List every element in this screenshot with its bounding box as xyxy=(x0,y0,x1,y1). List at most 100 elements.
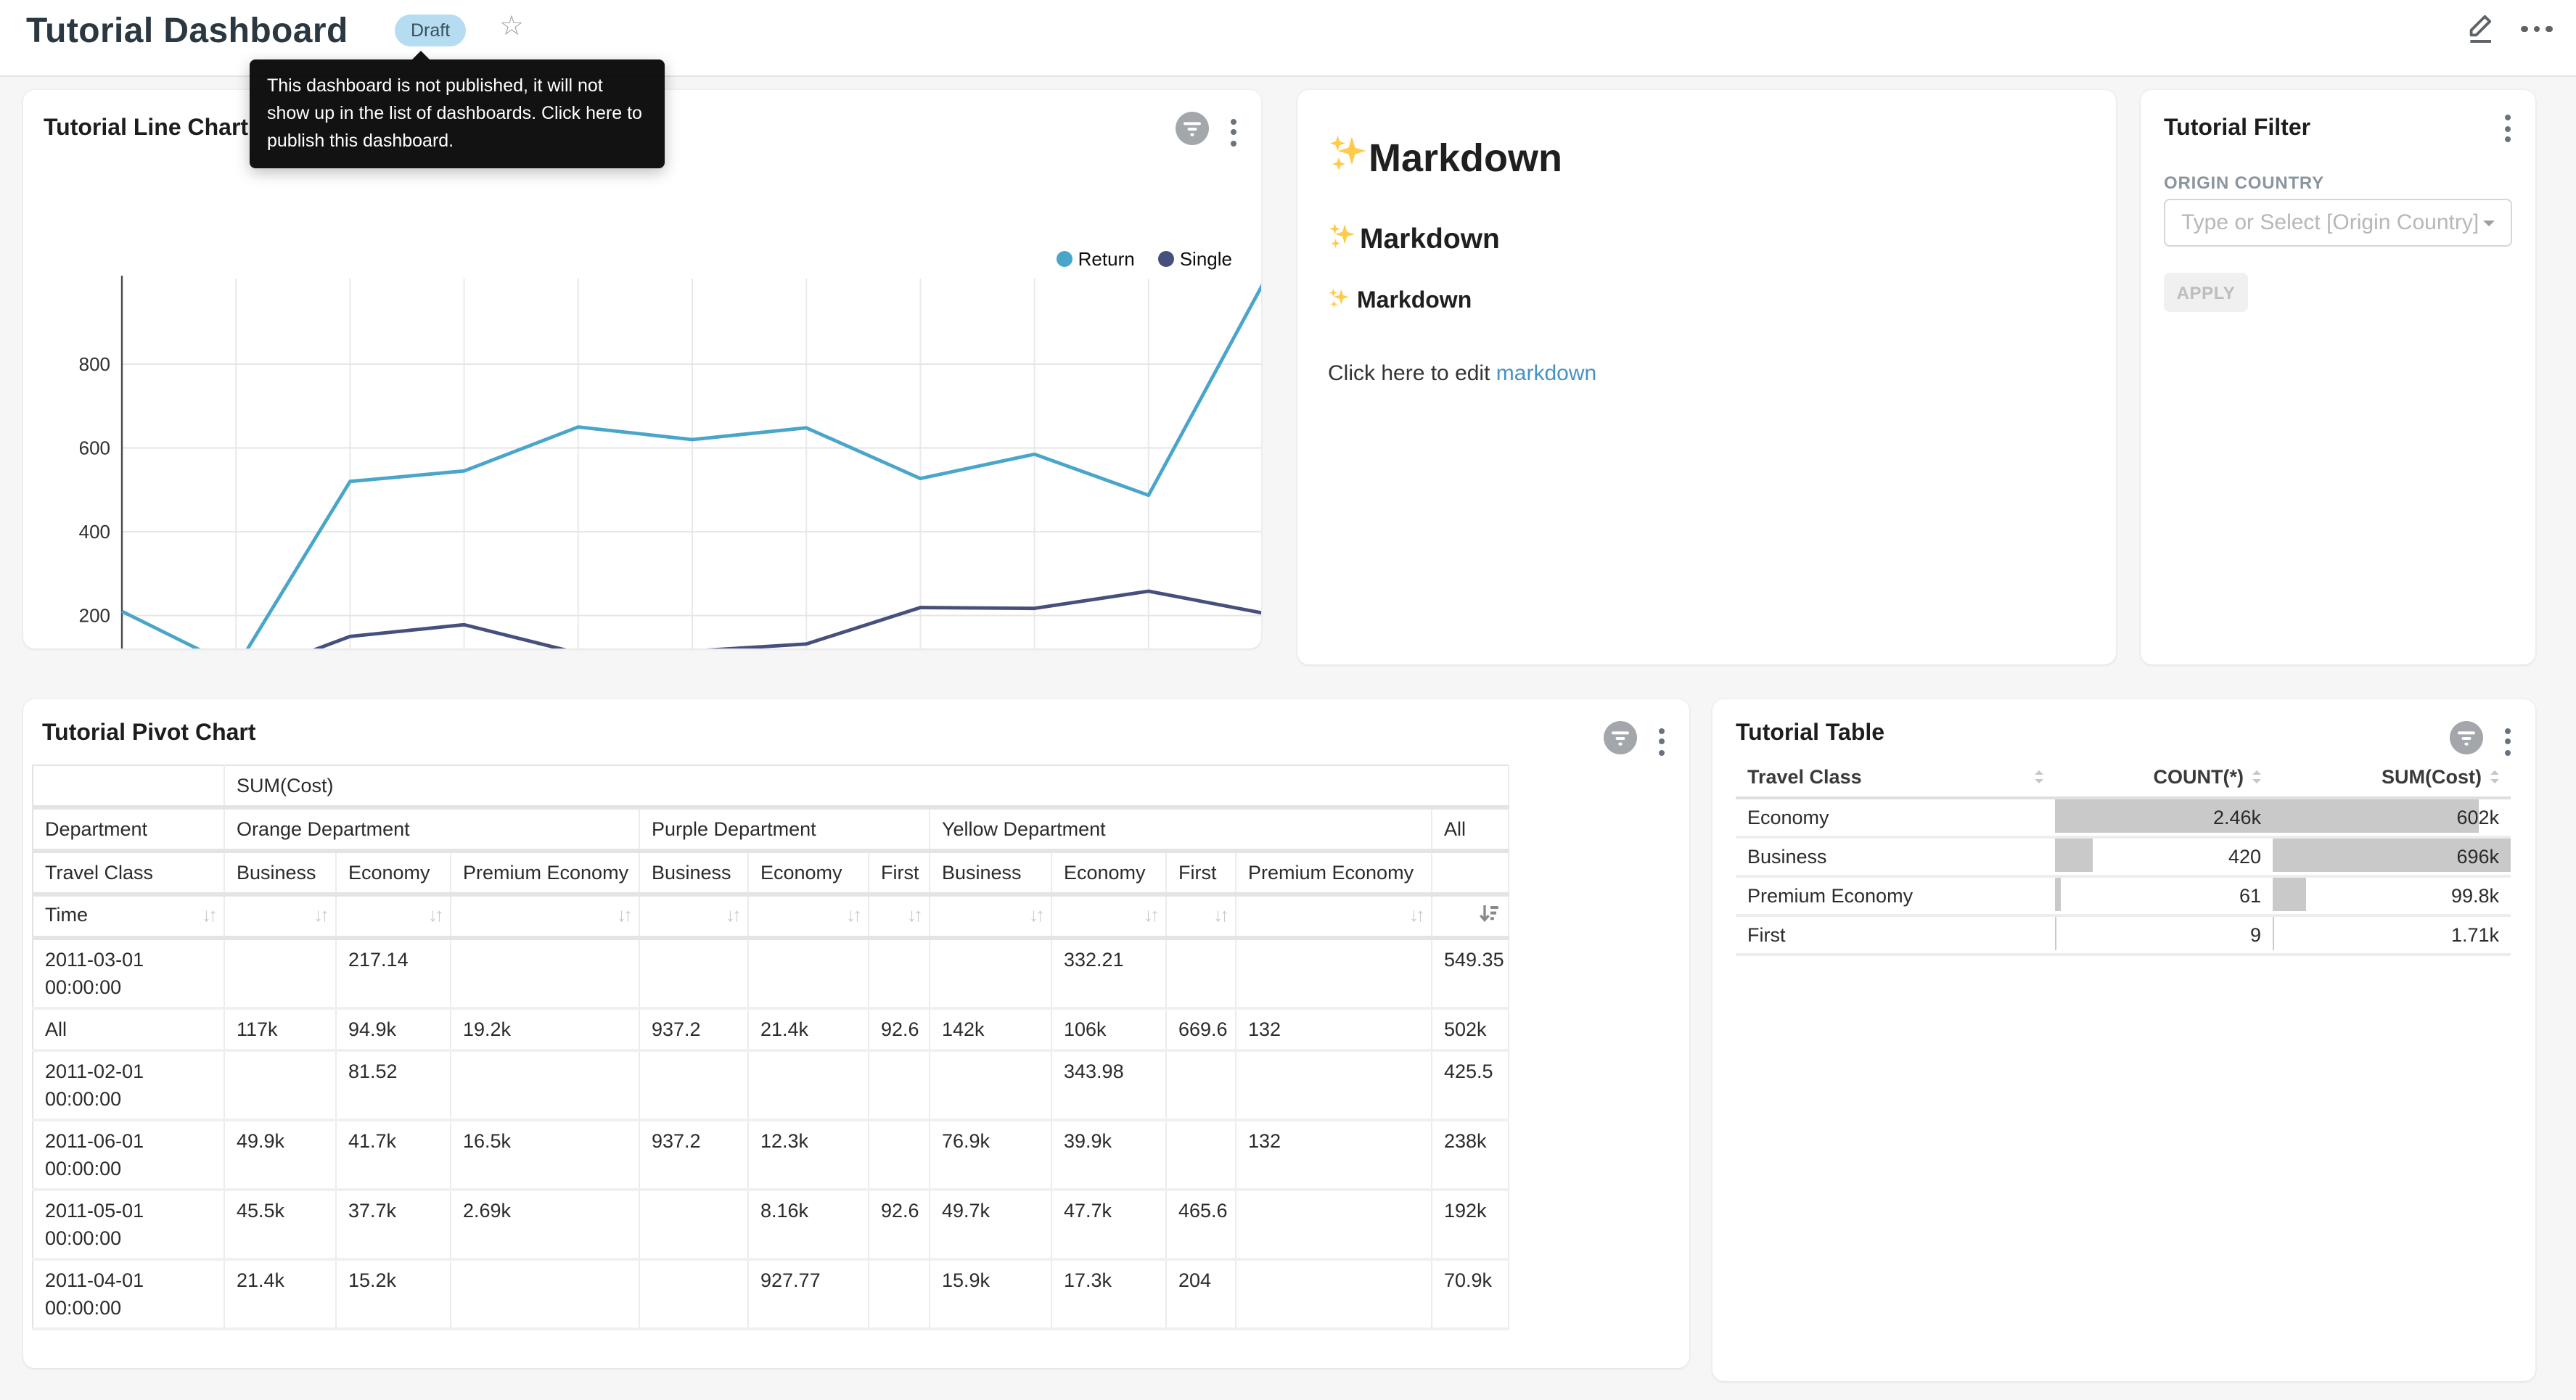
pivot-value-cell: 669.6 xyxy=(1166,1008,1236,1050)
sort-toggle-icon[interactable]: ↓↑ xyxy=(428,901,441,928)
pivot-chart-title: Tutorial Pivot Chart xyxy=(42,721,256,747)
apply-button[interactable]: APPLY xyxy=(2164,273,2248,312)
pencil-icon xyxy=(2466,12,2496,45)
pivot-value-cell xyxy=(1166,1050,1236,1120)
sort-toggle-icon[interactable]: ↓↑ xyxy=(726,901,739,928)
value-bar xyxy=(2273,799,2479,833)
pivot-value-cell: 49.7k xyxy=(930,1190,1051,1259)
pivot-value-cell: 332.21 xyxy=(1051,938,1166,1008)
origin-country-select[interactable]: Type or Select [Origin Country] xyxy=(2164,199,2512,247)
chevron-down-icon xyxy=(2483,221,2495,232)
markdown-heading-2: Markdown xyxy=(1328,222,2116,258)
pivot-value-cell xyxy=(869,1259,930,1329)
count-cell: 61 xyxy=(2055,876,2273,915)
sort-toggle-icon[interactable]: ↓↑ xyxy=(313,901,327,928)
pivot-value-cell: 2.69k xyxy=(451,1190,639,1259)
table-row: Premium Economy6199.8k xyxy=(1736,876,2511,915)
panel-menu-icon[interactable] xyxy=(1656,725,1668,758)
sort-toggle-icon[interactable]: ↓↑ xyxy=(1029,901,1042,928)
filter-badge-icon[interactable] xyxy=(1604,721,1637,762)
pivot-chart-panel: Tutorial Pivot Chart SUM(Cost)Department… xyxy=(23,699,1689,1368)
legend-dot xyxy=(1158,251,1174,267)
column-header-sum-cost[interactable]: SUM(Cost) xyxy=(2273,757,2511,798)
travel-class-cell: First xyxy=(1736,915,2055,955)
pivot-column-header xyxy=(1432,851,1509,894)
column-header-travel-class[interactable]: Travel Class xyxy=(1736,757,2055,798)
pivot-value-cell: 19.2k xyxy=(451,1008,639,1050)
favorite-star-icon[interactable]: ☆ xyxy=(499,10,524,44)
value-bar xyxy=(2055,917,2056,950)
pivot-sort-cell xyxy=(1432,894,1509,938)
markdown-edit-link[interactable]: markdown xyxy=(1496,361,1596,386)
panel-menu-icon[interactable] xyxy=(2502,725,2514,758)
sort-descending-active-icon[interactable] xyxy=(1479,904,1499,931)
pivot-value-cell xyxy=(1236,938,1432,1008)
origin-country-label: ORIGIN COUNTRY xyxy=(2164,173,2324,193)
panel-menu-icon[interactable] xyxy=(1228,115,1239,149)
pivot-sort-cell: ↓↑ xyxy=(748,894,869,938)
pivot-value-cell xyxy=(1236,1259,1432,1329)
filter-badge-icon[interactable] xyxy=(1176,112,1209,152)
sort-toggle-icon[interactable]: ↓↑ xyxy=(907,901,920,928)
pivot-value-cell xyxy=(451,1050,639,1120)
pivot-column-header: First xyxy=(1166,851,1236,894)
pivot-value-cell: 81.52 xyxy=(336,1050,451,1120)
legend-item-single[interactable]: Single xyxy=(1158,248,1232,270)
count-cell: 420 xyxy=(2055,837,2273,876)
pivot-corner-cell xyxy=(33,765,224,807)
markdown-panel: Markdown Markdown Markdown Click here to… xyxy=(1297,90,2116,664)
draft-badge[interactable]: Draft xyxy=(395,15,466,46)
travel-class-cell: Economy xyxy=(1736,798,2055,837)
pivot-value-cell: 41.7k xyxy=(336,1120,451,1190)
panel-menu-icon[interactable] xyxy=(2502,112,2514,145)
legend-label: Return xyxy=(1078,248,1135,270)
pivot-value-cell: 15.2k xyxy=(336,1259,451,1329)
pivot-column-header: Economy xyxy=(1051,851,1166,894)
value-bar xyxy=(2055,878,2061,911)
draft-tooltip: This dashboard is not published, it will… xyxy=(250,59,665,168)
pivot-value-cell xyxy=(451,1259,639,1329)
pivot-value-cell xyxy=(748,1050,869,1120)
pivot-value-cell: 204 xyxy=(1166,1259,1236,1329)
sort-toggle-icon[interactable]: ↓↑ xyxy=(1409,901,1422,928)
pivot-value-cell: 937.2 xyxy=(639,1120,748,1190)
pivot-value-cell: 8.16k xyxy=(748,1190,869,1259)
pivot-value-cell: 92.6 xyxy=(869,1190,930,1259)
pivot-value-cell: 21.4k xyxy=(224,1259,336,1329)
pivot-value-cell: 117k xyxy=(224,1008,336,1050)
legend-dot xyxy=(1057,251,1072,267)
pivot-table: SUM(Cost)DepartmentOrange DepartmentPurp… xyxy=(32,765,1509,1330)
pivot-value-cell: 17.3k xyxy=(1051,1259,1166,1329)
table-row: Economy2.46k602k xyxy=(1736,798,2511,837)
pivot-group-header: Orange Department xyxy=(224,807,639,851)
select-placeholder: Type or Select [Origin Country] xyxy=(2181,210,2479,235)
more-actions-button[interactable] xyxy=(2521,23,2552,35)
sort-toggle-icon[interactable]: ↓↑ xyxy=(617,901,630,928)
sort-toggle-icon[interactable]: ↓↑ xyxy=(1213,901,1226,928)
pivot-sort-cell: ↓↑ xyxy=(869,894,930,938)
count-cell: 2.46k xyxy=(2055,798,2273,837)
pivot-value-cell: 92.6 xyxy=(869,1008,930,1050)
pivot-sort-cell: ↓↑ xyxy=(1051,894,1166,938)
pivot-sort-cell: ↓↑ xyxy=(336,894,451,938)
sparkles-icon xyxy=(1328,287,1350,316)
pivot-value-cell: 70.9k xyxy=(1432,1259,1509,1329)
pivot-value-cell: 502k xyxy=(1432,1008,1509,1050)
markdown-paragraph: Click here to edit markdown xyxy=(1328,361,2116,386)
pivot-group-header: Purple Department xyxy=(639,807,930,851)
sort-toggle-icon[interactable]: ↓↑ xyxy=(1144,901,1157,928)
pivot-column-header: Business xyxy=(224,851,336,894)
count-cell: 9 xyxy=(2055,915,2273,955)
legend-item-return[interactable]: Return xyxy=(1057,248,1135,270)
legend-label: Single xyxy=(1180,248,1232,270)
filter-badge-icon[interactable] xyxy=(2450,721,2483,762)
pivot-value-cell: 549.35 xyxy=(1432,938,1509,1008)
edit-dashboard-button[interactable] xyxy=(2466,12,2498,46)
column-header-count[interactable]: COUNT(*) xyxy=(2055,757,2273,798)
pivot-value-cell xyxy=(869,938,930,1008)
dashboard-page: Tutorial Dashboard Draft ☆ This dashboar… xyxy=(0,0,2576,1400)
pivot-value-cell: 927.77 xyxy=(748,1259,869,1329)
sort-toggle-icon[interactable]: ↓↑ xyxy=(846,901,859,928)
filter-panel-title: Tutorial Filter xyxy=(2164,116,2310,142)
sort-toggle-icon[interactable]: ↓↑ xyxy=(202,901,215,928)
